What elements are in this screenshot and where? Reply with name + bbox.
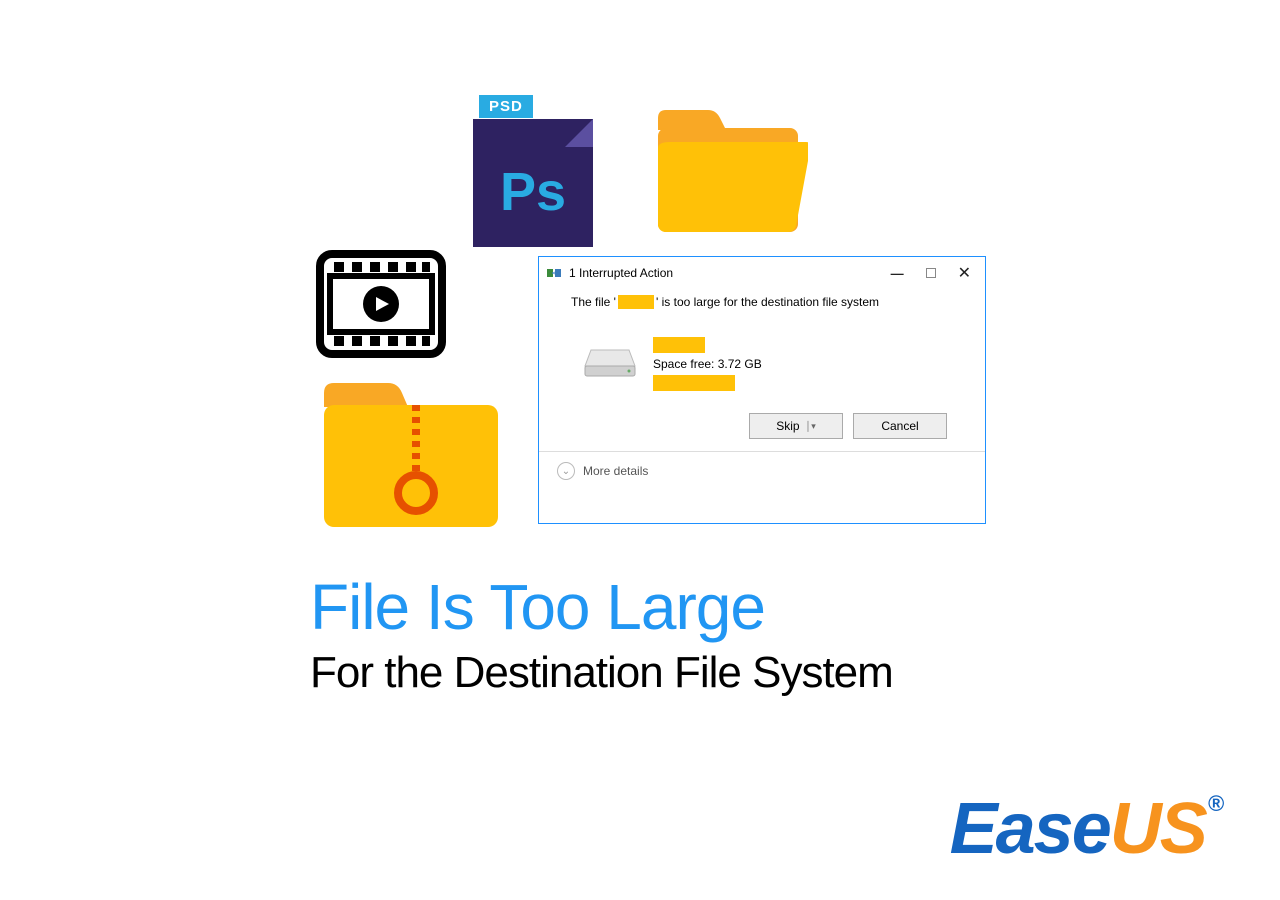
- redacted-drive-name: [653, 337, 705, 353]
- space-free-text: Space free: 3.72 GB: [653, 357, 762, 371]
- dialog-titlebar[interactable]: 1 Interrupted Action — ✕: [539, 257, 985, 289]
- headline: File Is Too Large For the Destination Fi…: [310, 572, 893, 698]
- more-details-toggle[interactable]: ⌄ More details: [539, 452, 985, 490]
- brand-logo: EaseUS®: [950, 788, 1222, 870]
- more-details-label: More details: [583, 464, 648, 478]
- dialog-title: 1 Interrupted Action: [569, 266, 891, 280]
- headline-line2: For the Destination File System: [310, 648, 893, 698]
- close-button[interactable]: ✕: [958, 263, 971, 283]
- cancel-button[interactable]: Cancel: [853, 413, 947, 439]
- msg-suffix: ' is too large for the destination file …: [656, 295, 879, 309]
- redacted-filename: [618, 295, 654, 309]
- copy-action-icon: [547, 265, 563, 281]
- redacted-drive-path: [653, 375, 735, 391]
- dialog-message: The file ' ' is too large for the destin…: [571, 295, 965, 309]
- folder-icon: [648, 100, 808, 245]
- maximize-button[interactable]: [926, 268, 936, 278]
- brand-part1: Ease: [950, 788, 1110, 870]
- video-icon: [316, 250, 446, 363]
- interrupted-action-dialog: 1 Interrupted Action — ✕ The file ' ' is…: [538, 256, 986, 524]
- brand-part2: US: [1110, 788, 1206, 870]
- chevron-down-icon: ⌄: [557, 462, 575, 480]
- msg-prefix: The file ': [571, 295, 616, 309]
- psd-text: Ps: [473, 161, 593, 223]
- psd-file-icon: PSD Ps: [473, 95, 593, 245]
- headline-line1: File Is Too Large: [310, 572, 893, 642]
- minimize-button[interactable]: —: [891, 266, 904, 281]
- psd-badge: PSD: [479, 95, 533, 118]
- zip-folder-icon: [316, 375, 506, 540]
- brand-registered: ®: [1208, 791, 1224, 817]
- drive-icon: [583, 344, 637, 385]
- dropdown-arrow-icon: │▾: [806, 421, 816, 432]
- skip-button[interactable]: Skip │▾: [749, 413, 843, 439]
